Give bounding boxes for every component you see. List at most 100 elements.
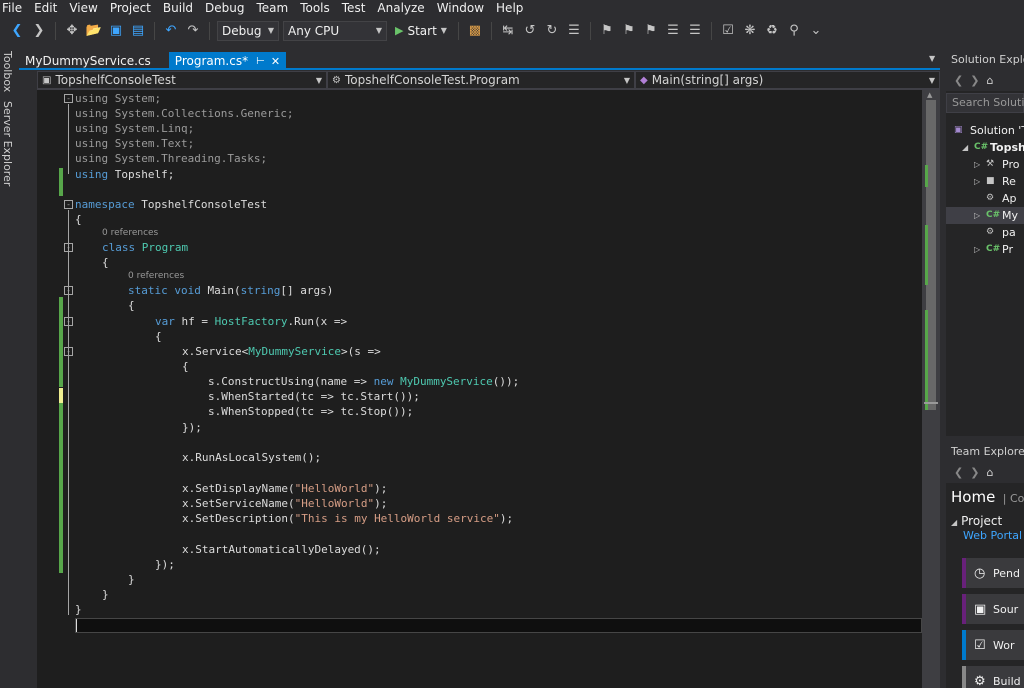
next-bookmark-icon[interactable]: ⚑ <box>642 22 660 40</box>
home-icon[interactable]: ⌂ <box>986 466 993 479</box>
builds-tile[interactable]: ⚙ Build <box>962 666 1024 688</box>
member-dropdown[interactable]: ◆ Main(string[] args) ▼ <box>635 71 940 89</box>
open-file-icon[interactable]: 📂 <box>85 22 103 40</box>
forward-icon[interactable]: ❯ <box>970 74 979 87</box>
show-threads-icon[interactable]: ☰ <box>565 22 583 40</box>
find-icon[interactable]: ⚲ <box>785 22 803 40</box>
collapsed-triangle-icon[interactable]: ▷ <box>974 173 986 190</box>
start-label: Start <box>407 23 437 38</box>
code-line: class Program <box>102 241 189 254</box>
tree-item-mydummyservice[interactable]: ▷ C# My <box>946 207 1024 224</box>
tab-list-dropdown-icon[interactable]: ▼ <box>929 54 935 63</box>
back-icon[interactable]: ❮ <box>954 466 963 479</box>
new-project-icon[interactable]: ✥ <box>63 22 81 40</box>
pin-icon[interactable]: ⊢ <box>256 56 265 67</box>
toolbar-overflow-icon[interactable]: ⌄ <box>807 22 825 40</box>
menu-project[interactable]: Project <box>105 0 158 16</box>
task-list-icon[interactable]: ☑ <box>719 22 737 40</box>
step-into-icon[interactable]: ↹ <box>499 22 517 40</box>
pending-changes-tile[interactable]: ◷ Pend <box>962 558 1024 588</box>
bookmark-icon[interactable]: ⚑ <box>598 22 616 40</box>
menu-window[interactable]: Window <box>432 0 491 16</box>
collapse-icon[interactable]: - <box>64 200 73 209</box>
attach-process-icon[interactable]: ❋ <box>741 22 759 40</box>
uncomment-icon[interactable]: ☰ <box>686 22 704 40</box>
menu-view[interactable]: View <box>64 0 104 16</box>
collapse-icon[interactable]: - <box>64 347 73 356</box>
collapse-icon[interactable]: - <box>64 286 73 295</box>
codelens-references[interactable]: 0 references <box>128 271 184 282</box>
menu-build[interactable]: Build <box>158 0 200 16</box>
server-explorer-tab[interactable]: Server Explorer <box>1 101 14 186</box>
back-icon[interactable]: ❮ <box>954 74 963 87</box>
editor-vertical-scrollbar[interactable]: ▲ <box>922 90 940 688</box>
code-line: } <box>75 603 82 616</box>
config-icon: ⚙ <box>986 227 995 237</box>
tile-accent <box>962 666 966 688</box>
undo-icon[interactable]: ↶ <box>162 22 180 40</box>
work-items-tile[interactable]: ☑ Wor <box>962 630 1024 660</box>
menu-team[interactable]: Team <box>251 0 295 16</box>
step-out-icon[interactable]: ↻ <box>543 22 561 40</box>
code-line: { <box>75 213 82 226</box>
code-editor[interactable]: - - - - - - using System; using System.C… <box>37 90 922 688</box>
type-dropdown[interactable]: ⚙ TopshelfConsoleTest.Program ▼ <box>327 71 635 89</box>
solution-configuration-dropdown[interactable]: Debug ▼ <box>217 20 279 41</box>
solution-platform-dropdown[interactable]: Any CPU ▼ <box>283 20 387 41</box>
tree-item-app-config[interactable]: ⚙ Ap <box>986 190 1017 207</box>
codelens-references[interactable]: 0 references <box>102 228 158 239</box>
step-over-icon[interactable]: ↺ <box>521 22 539 40</box>
navigate-back-icon[interactable]: ❮ <box>8 22 26 40</box>
menu-tools[interactable]: Tools <box>295 0 337 16</box>
collapse-icon[interactable]: - <box>64 317 73 326</box>
config-icon: ⚙ <box>986 193 995 203</box>
redo-icon[interactable]: ↷ <box>184 22 202 40</box>
solution-search-input[interactable]: Search Solution <box>946 93 1024 113</box>
project-dropdown[interactable]: ▣ TopshelfConsoleTest ▼ <box>37 71 327 89</box>
menu-debug[interactable]: Debug <box>200 0 251 16</box>
tree-item-solution[interactable]: ▣ Solution 'T <box>954 122 1024 139</box>
change-marker <box>59 168 63 196</box>
collapsed-triangle-icon[interactable]: ▷ <box>974 156 986 173</box>
collapse-icon[interactable]: - <box>64 243 73 252</box>
menu-analyze[interactable]: Analyze <box>372 0 431 16</box>
publish-icon[interactable]: ♻ <box>763 22 781 40</box>
browser-link-icon[interactable]: ▩ <box>466 22 484 40</box>
collapsed-triangle-icon[interactable]: ▷ <box>974 241 986 258</box>
change-marker <box>59 403 63 573</box>
expanded-triangle-icon[interactable]: ◢ <box>962 139 974 156</box>
tree-item-packages-config[interactable]: ⚙ pa <box>986 224 1016 241</box>
save-icon[interactable]: ▣ <box>107 22 125 40</box>
scroll-up-icon[interactable]: ▲ <box>927 91 932 99</box>
navigate-forward-icon[interactable]: ❯ <box>30 22 48 40</box>
menu-file[interactable]: File <box>0 0 29 16</box>
outline-line <box>68 104 69 174</box>
source-control-tile[interactable]: ▣ Sour <box>962 594 1024 624</box>
collapse-icon[interactable]: - <box>64 94 73 103</box>
toolbox-tab[interactable]: Toolbox <box>1 51 14 92</box>
navigation-bar: ▣ TopshelfConsoleTest ▼ ⚙ TopshelfConsol… <box>37 70 940 90</box>
toolbar-separator <box>710 21 712 40</box>
menu-help[interactable]: Help <box>491 0 530 16</box>
tile-accent <box>962 630 966 660</box>
prev-bookmark-icon[interactable]: ⚑ <box>620 22 638 40</box>
save-all-icon[interactable]: ▤ <box>129 22 147 40</box>
start-debugging-button[interactable]: ▶ Start ▼ <box>391 21 451 41</box>
text-caret <box>76 619 77 632</box>
scrollbar-change-mark <box>925 310 928 410</box>
tree-item-references[interactable]: ▷ ■ Re <box>974 173 1016 190</box>
forward-icon[interactable]: ❯ <box>970 466 979 479</box>
home-icon[interactable]: ⌂ <box>986 74 993 87</box>
web-portal-link[interactable]: Web Portal <box>963 529 1022 542</box>
toolbar-separator <box>154 21 155 40</box>
tree-item-program[interactable]: ▷ C# Pr <box>974 241 1013 258</box>
project-section-header[interactable]: ◢ Project <box>951 514 1002 528</box>
collapsed-triangle-icon[interactable]: ▷ <box>974 207 986 224</box>
close-icon[interactable]: ✕ <box>271 55 280 68</box>
change-marker <box>59 388 63 403</box>
comment-icon[interactable]: ☰ <box>664 22 682 40</box>
tree-item-properties[interactable]: ▷ ⚒ Pro <box>974 156 1019 173</box>
menu-test[interactable]: Test <box>337 0 373 16</box>
menu-edit[interactable]: Edit <box>29 0 64 16</box>
tree-item-project[interactable]: ◢ C# Topsh <box>962 139 1024 156</box>
